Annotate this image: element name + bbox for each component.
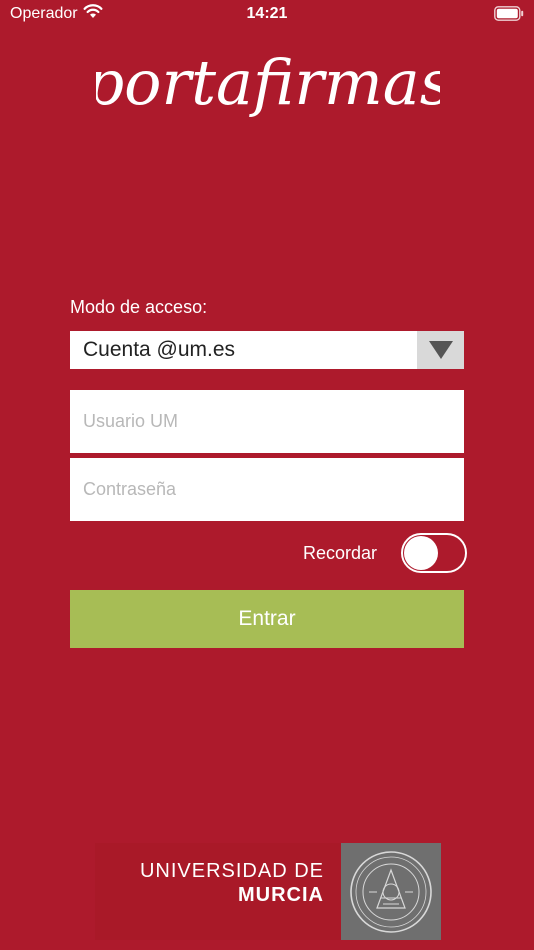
university-seal-icon xyxy=(350,850,432,933)
university-name-line1: UNIVERSIDAD DE xyxy=(139,860,324,882)
seal-box xyxy=(341,843,441,940)
access-mode-select[interactable]: Cuenta @um.es xyxy=(70,331,464,369)
dropdown-arrow-icon xyxy=(428,341,453,359)
access-mode-value: Cuenta @um.es xyxy=(83,338,236,361)
logo-text: portafirmas xyxy=(96,46,440,119)
university-logo: UNIVERSIDAD DE MURCIA xyxy=(95,843,441,940)
username-input[interactable] xyxy=(70,390,464,453)
access-mode-label: Modo de acceso: xyxy=(70,297,208,317)
remember-label: Recordar xyxy=(303,543,378,563)
status-bar: Operador 14:21 xyxy=(0,0,534,30)
clock: 14:21 xyxy=(246,5,288,22)
university-name-line2: MURCIA xyxy=(238,884,324,906)
toggle-knob xyxy=(404,536,438,570)
password-input[interactable] xyxy=(70,458,464,521)
enter-button[interactable]: Entrar xyxy=(70,590,464,648)
remember-toggle[interactable] xyxy=(401,533,467,573)
battery-icon xyxy=(494,6,524,21)
dropdown-arrow-button[interactable] xyxy=(417,331,464,369)
portafirmas-logo: portafirmas xyxy=(96,46,440,119)
